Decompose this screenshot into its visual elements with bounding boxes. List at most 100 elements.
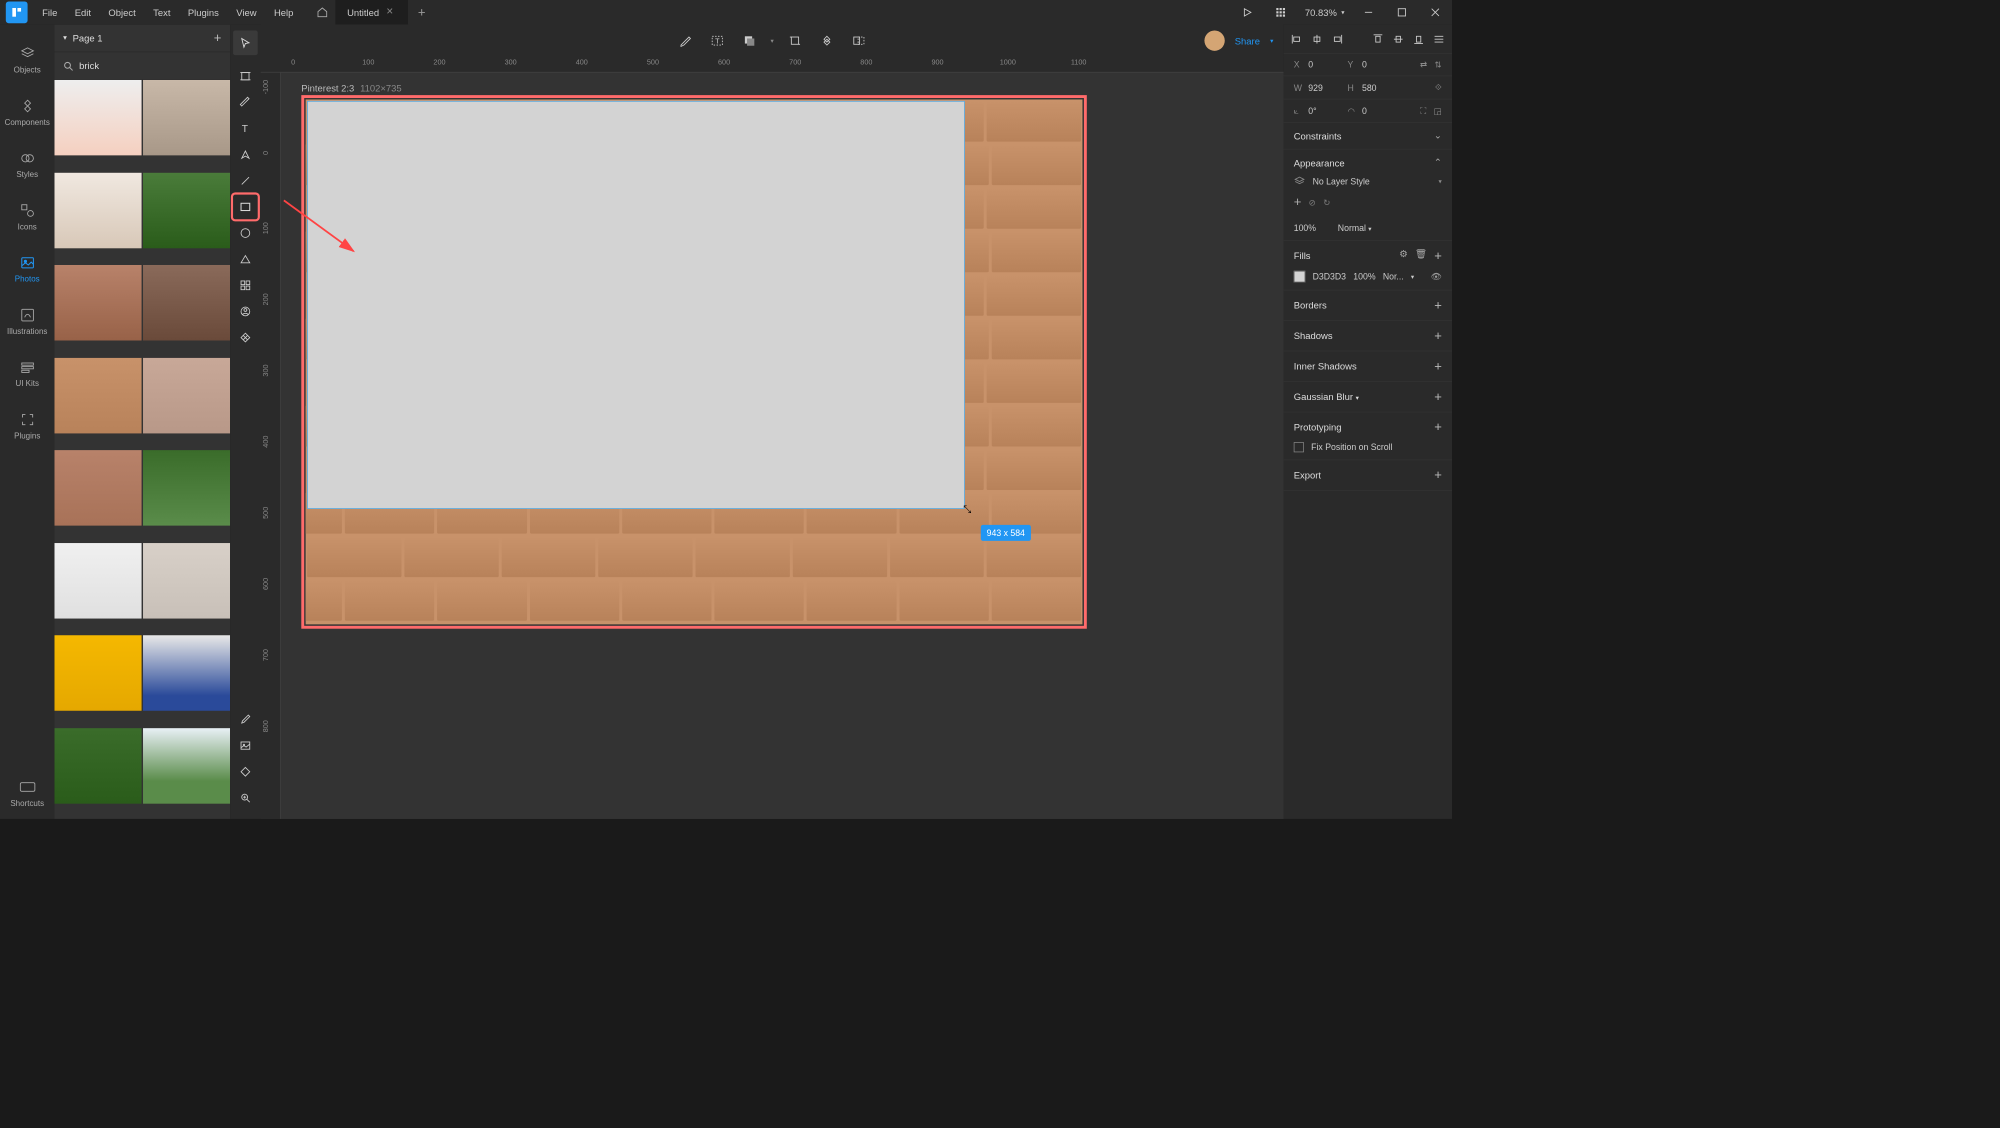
photo-thumbnail[interactable]: [54, 543, 141, 619]
photo-thumbnail[interactable]: [54, 358, 141, 434]
menu-edit[interactable]: Edit: [66, 0, 100, 25]
photo-thumbnail[interactable]: [54, 635, 141, 711]
align-center-v-icon[interactable]: [1392, 33, 1404, 45]
photo-thumbnail[interactable]: [143, 265, 230, 341]
align-left-icon[interactable]: [1291, 33, 1303, 45]
document-tab[interactable]: Untitled ×: [336, 0, 408, 25]
rail-icons[interactable]: Icons: [0, 192, 54, 243]
add-page-button[interactable]: +: [214, 30, 222, 45]
fill-icon[interactable]: [739, 30, 761, 52]
rail-shortcuts[interactable]: Shortcuts: [0, 768, 54, 819]
artboard-tool[interactable]: [233, 64, 258, 89]
diamond-tool[interactable]: [233, 325, 258, 350]
fill-row[interactable]: D3D3D3 100% Nor...▾ 👁: [1294, 271, 1442, 283]
menu-object[interactable]: Object: [100, 0, 145, 25]
new-tab-button[interactable]: +: [408, 5, 436, 20]
rail-photos[interactable]: Photos: [0, 244, 54, 295]
triangle-tool[interactable]: [233, 247, 258, 272]
window-close[interactable]: [1419, 0, 1452, 25]
photo-thumbnail[interactable]: [54, 80, 141, 156]
photo-thumbnail[interactable]: [143, 728, 230, 804]
align-right-icon[interactable]: [1331, 33, 1343, 45]
inner-shadows-header[interactable]: Inner Shadows+: [1294, 359, 1442, 374]
eyedropper-tool[interactable]: [233, 707, 258, 732]
shadows-header[interactable]: Shadows+: [1294, 328, 1442, 343]
user-avatar[interactable]: [1204, 30, 1224, 50]
text-box-icon[interactable]: T: [707, 30, 729, 52]
pen-tool[interactable]: [233, 142, 258, 167]
photo-thumbnail[interactable]: [143, 358, 230, 434]
align-bottom-icon[interactable]: [1413, 33, 1425, 45]
photo-thumbnail[interactable]: [143, 543, 230, 619]
photo-thumbnail[interactable]: [143, 172, 230, 248]
line-tool[interactable]: [233, 168, 258, 193]
align-center-h-icon[interactable]: [1311, 33, 1323, 45]
full-radius-icon[interactable]: ⛶: [1420, 105, 1426, 116]
rail-objects[interactable]: Objects: [0, 35, 54, 86]
add-style-button[interactable]: +: [1294, 195, 1302, 210]
rail-components[interactable]: Components: [0, 87, 54, 138]
menu-view[interactable]: View: [228, 0, 266, 25]
photo-thumbnail[interactable]: [143, 635, 230, 711]
pencil-icon[interactable]: [675, 30, 697, 52]
photo-thumbnail[interactable]: [54, 265, 141, 341]
menu-plugins[interactable]: Plugins: [179, 0, 227, 25]
fill-color-swatch[interactable]: [1294, 271, 1306, 283]
borders-header[interactable]: Borders+: [1294, 298, 1442, 313]
blend-mode[interactable]: Normal ▾: [1338, 223, 1372, 233]
canvas-viewport[interactable]: Pinterest 2:3 1102×735: [281, 73, 1284, 819]
detach-icon[interactable]: ⊘: [1309, 197, 1316, 207]
flip-v-icon[interactable]: ⇅: [1435, 60, 1442, 70]
lock-aspect-icon[interactable]: ⟐: [1435, 82, 1442, 93]
image-tool[interactable]: [233, 733, 258, 758]
flip-h-icon[interactable]: ⇄: [1420, 60, 1427, 70]
component-tool[interactable]: [233, 273, 258, 298]
prototyping-header[interactable]: Prototyping+: [1294, 420, 1442, 435]
move-tool[interactable]: [233, 30, 258, 55]
add-shadow-button[interactable]: +: [1434, 328, 1442, 343]
reset-icon[interactable]: ↻: [1323, 197, 1330, 207]
menu-help[interactable]: Help: [265, 0, 302, 25]
photo-thumbnail[interactable]: [54, 172, 141, 248]
photo-thumbnail[interactable]: [143, 450, 230, 526]
search-input[interactable]: [79, 60, 221, 71]
export-header[interactable]: Export+: [1294, 468, 1442, 483]
zoom-tool[interactable]: [233, 786, 258, 811]
rail-styles[interactable]: Styles: [0, 139, 54, 190]
grid-icon[interactable]: [1264, 0, 1297, 25]
add-export-button[interactable]: +: [1434, 468, 1442, 483]
rail-plugins[interactable]: Plugins: [0, 401, 54, 452]
constraints-header[interactable]: Constraints⌄: [1294, 130, 1442, 142]
visibility-icon[interactable]: 👁: [1431, 272, 1442, 282]
appearance-header[interactable]: Appearance⌃: [1294, 157, 1442, 169]
window-maximize[interactable]: [1385, 0, 1418, 25]
zoom-level[interactable]: 70.83%▾: [1298, 7, 1352, 18]
add-interaction-button[interactable]: +: [1434, 420, 1442, 435]
mask-icon[interactable]: [848, 30, 870, 52]
add-fill-button[interactable]: +: [1434, 248, 1442, 263]
width-value[interactable]: 929: [1308, 82, 1340, 92]
height-value[interactable]: 580: [1362, 82, 1394, 92]
app-logo[interactable]: [6, 1, 28, 23]
share-button[interactable]: Share: [1235, 35, 1260, 46]
comment-tool[interactable]: [233, 759, 258, 784]
crop-icon[interactable]: [784, 30, 806, 52]
y-value[interactable]: 0: [1362, 60, 1394, 70]
rail-uikits[interactable]: UI Kits: [0, 348, 54, 399]
photo-thumbnail[interactable]: [54, 728, 141, 804]
distribute-icon[interactable]: [1433, 33, 1445, 45]
photo-thumbnail[interactable]: [143, 80, 230, 156]
settings-icon[interactable]: ⚙: [1399, 248, 1407, 263]
gaussian-header[interactable]: Gaussian Blur ▾+: [1294, 389, 1442, 404]
x-value[interactable]: 0: [1308, 60, 1340, 70]
menu-file[interactable]: File: [33, 0, 66, 25]
align-top-icon[interactable]: [1372, 33, 1384, 45]
window-minimize[interactable]: [1352, 0, 1385, 25]
close-tab-icon[interactable]: ×: [386, 6, 393, 19]
delete-icon[interactable]: 🗑: [1415, 248, 1427, 263]
page-selector[interactable]: ▾ Page 1 +: [54, 25, 230, 53]
rotation-value[interactable]: 0°: [1308, 106, 1340, 116]
home-icon[interactable]: [317, 7, 329, 19]
avatar-tool[interactable]: [233, 299, 258, 324]
text-tool[interactable]: T: [233, 116, 258, 141]
